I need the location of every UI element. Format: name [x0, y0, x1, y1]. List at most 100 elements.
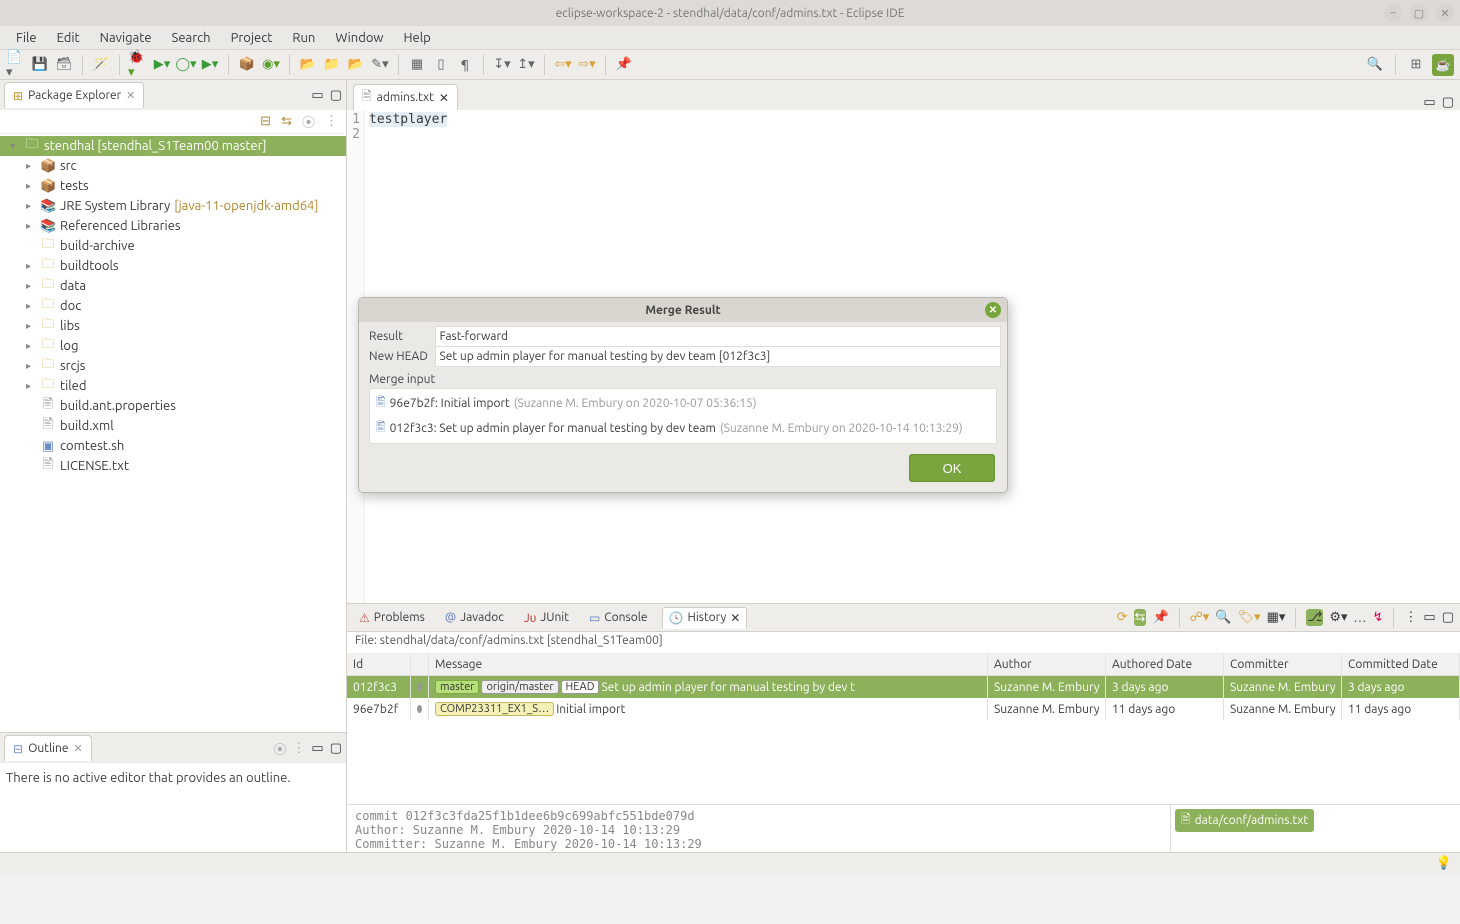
tree-item[interactable]: ▸🗀libs — [0, 316, 346, 336]
tree-item[interactable]: ▸🗀tiled — [0, 376, 346, 396]
tree-item[interactable]: ▸🗀doc — [0, 296, 346, 316]
focus-icon[interactable]: ⦿ — [302, 112, 315, 131]
tree-item[interactable]: ▸🗀srcjs — [0, 356, 346, 376]
history-row[interactable]: 012f3c3masterorigin/masterHEADSet up adm… — [347, 676, 1460, 698]
wand-icon[interactable]: 🪄 — [91, 55, 111, 75]
col-id[interactable]: Id — [347, 654, 411, 675]
maximize-view-icon[interactable]: ▢ — [1442, 610, 1454, 625]
merge-entry[interactable]: 🖺 96e7b2f: Initial import (Suzanne M. Em… — [370, 391, 996, 416]
col-committer[interactable]: Committer — [1224, 654, 1342, 675]
find-icon[interactable]: 🔍 — [1215, 610, 1231, 625]
new-icon[interactable]: 📄▾ — [6, 55, 26, 75]
new-class-icon[interactable]: ◉▾ — [261, 55, 281, 75]
dialog-close-icon[interactable]: ✕ — [985, 302, 1001, 318]
menu-run[interactable]: Run — [284, 29, 323, 47]
view-menu-icon[interactable]: ⋮ — [292, 741, 305, 756]
collapse-all-icon[interactable]: ⊟ — [260, 114, 271, 129]
ext-tools-icon[interactable]: ▶▾ — [200, 55, 220, 75]
view-menu-icon[interactable]: ⋮ — [325, 114, 338, 129]
menu-window[interactable]: Window — [327, 29, 391, 47]
pin-editor-icon[interactable]: 📌 — [614, 55, 634, 75]
close-icon[interactable]: ✕ — [730, 611, 740, 625]
menu-edit[interactable]: Edit — [49, 29, 88, 47]
editor-tab[interactable]: 🖹 admins.txt ✕ — [353, 84, 458, 110]
tab-history[interactable]: 🕓History ✕ — [662, 607, 748, 629]
wrap-icon[interactable]: … — [1354, 611, 1367, 625]
tree-item[interactable]: 🖹build.xml — [0, 416, 346, 436]
show-all-branches-icon[interactable]: ⎇ — [1306, 609, 1323, 626]
tree-item[interactable]: ▸📚JRE System Library [java-11-openjdk-am… — [0, 196, 346, 216]
open-task-icon[interactable]: 📁 — [322, 55, 342, 75]
next-annotation-icon[interactable]: ↧▾ — [492, 55, 512, 75]
prev-annotation-icon[interactable]: ↥▾ — [516, 55, 536, 75]
menu-search[interactable]: Search — [164, 29, 219, 47]
new-package-icon[interactable]: 📦 — [237, 55, 257, 75]
minimize-icon[interactable]: – — [1384, 4, 1402, 22]
tree-project[interactable]: ▾🗀stendhal [stendhal_S1Team00 master] — [0, 136, 346, 156]
close-icon[interactable]: ✕ — [73, 742, 82, 755]
close-window-icon[interactable]: ✕ — [1436, 4, 1454, 22]
tab-javadoc[interactable]: @Javadoc — [439, 608, 510, 627]
toggle-block-icon[interactable]: ▯ — [431, 55, 451, 75]
compare-mode-icon[interactable]: ▦▾ — [1267, 610, 1286, 625]
menu-navigate[interactable]: Navigate — [92, 29, 160, 47]
maximize-view-icon[interactable]: ▢ — [330, 741, 342, 756]
pencil-icon[interactable]: ✎▾ — [370, 55, 390, 75]
tree-item[interactable]: 🗀build-archive — [0, 236, 346, 256]
view-menu-icon[interactable]: ⋮ — [1404, 610, 1417, 625]
toggle-mark-icon[interactable]: ▦ — [407, 55, 427, 75]
pin-icon[interactable]: 📌 — [1152, 610, 1168, 625]
java-perspective-icon[interactable]: ☕ — [1432, 54, 1454, 76]
maximize-view-icon[interactable]: ▢ — [1442, 95, 1454, 110]
tab-problems[interactable]: ⚠Problems — [353, 608, 431, 628]
tab-console[interactable]: ▭Console — [583, 608, 654, 628]
maximize-view-icon[interactable]: ▢ — [330, 88, 342, 103]
save-all-icon[interactable]: 🗃 — [54, 55, 74, 75]
tree-item[interactable]: 🖹LICENSE.txt — [0, 456, 346, 476]
follow-renames-icon[interactable]: ↯ — [1373, 610, 1384, 625]
minimize-view-icon[interactable]: ▭ — [1423, 610, 1435, 625]
debug-icon[interactable]: 🐞▾ — [128, 55, 148, 75]
link-selection-icon[interactable]: ⇆ — [1134, 609, 1147, 626]
outline-tab[interactable]: ⊟ Outline ✕ — [4, 735, 92, 761]
forward-icon[interactable]: ⇨▾ — [577, 55, 597, 75]
filter-icon[interactable]: ☍▾ — [1190, 610, 1210, 625]
tag-icon[interactable]: 🏷▾ — [1238, 610, 1261, 625]
col-committed-date[interactable]: Committed Date — [1342, 654, 1460, 675]
tree-item[interactable]: 🖹build.ant.properties — [0, 396, 346, 416]
open-type-icon[interactable]: 📂 — [298, 55, 318, 75]
minimize-view-icon[interactable]: ▭ — [1423, 95, 1435, 110]
tree-item[interactable]: ▸🗀buildtools — [0, 256, 346, 276]
refresh-icon[interactable]: ⟳ — [1117, 610, 1128, 625]
open-perspective-icon[interactable]: ⊞ — [1406, 55, 1426, 75]
col-author[interactable]: Author — [988, 654, 1106, 675]
package-explorer-tree[interactable]: ▾🗀stendhal [stendhal_S1Team00 master]▸📦s… — [0, 134, 346, 732]
tab-junit[interactable]: JᴜJUnit — [518, 608, 575, 628]
tree-item[interactable]: ▣comtest.sh — [0, 436, 346, 456]
tree-item[interactable]: ▸📦src — [0, 156, 346, 176]
minimize-view-icon[interactable]: ▭ — [311, 741, 323, 756]
changed-file-link[interactable]: 🖹 data/conf/admins.txt — [1175, 809, 1314, 832]
save-icon[interactable]: 💾 — [30, 55, 50, 75]
close-icon[interactable]: ✕ — [439, 91, 449, 105]
tree-item[interactable]: ▸🗀log — [0, 336, 346, 356]
menu-file[interactable]: File — [8, 29, 45, 47]
additional-refs-icon[interactable]: ⚙▾ — [1329, 610, 1347, 625]
menu-project[interactable]: Project — [223, 29, 281, 47]
col-message[interactable]: Message — [429, 654, 988, 675]
minimize-view-icon[interactable]: ▭ — [311, 88, 323, 103]
maximize-icon[interactable]: ▢ — [1410, 4, 1428, 22]
back-icon[interactable]: ⇦▾ — [553, 55, 573, 75]
tree-item[interactable]: ▸📚Referenced Libraries — [0, 216, 346, 236]
link-editor-icon[interactable]: ⇆ — [281, 114, 292, 129]
open-resource-icon[interactable]: 📂 — [346, 55, 366, 75]
col-authored-date[interactable]: Authored Date — [1106, 654, 1224, 675]
tree-item[interactable]: ▸📦tests — [0, 176, 346, 196]
history-row[interactable]: 96e7b2fCOMP23311_EX1_S…Initial importSuz… — [347, 698, 1460, 720]
focus-icon[interactable]: ⦿ — [273, 739, 286, 758]
merge-entry[interactable]: 🖺 012f3c3: Set up admin player for manua… — [370, 416, 996, 441]
tree-item[interactable]: ▸🗀data — [0, 276, 346, 296]
menu-help[interactable]: Help — [396, 29, 439, 47]
search-icon[interactable]: 🔍 — [1365, 55, 1385, 75]
run-icon[interactable]: ▶▾ — [152, 55, 172, 75]
